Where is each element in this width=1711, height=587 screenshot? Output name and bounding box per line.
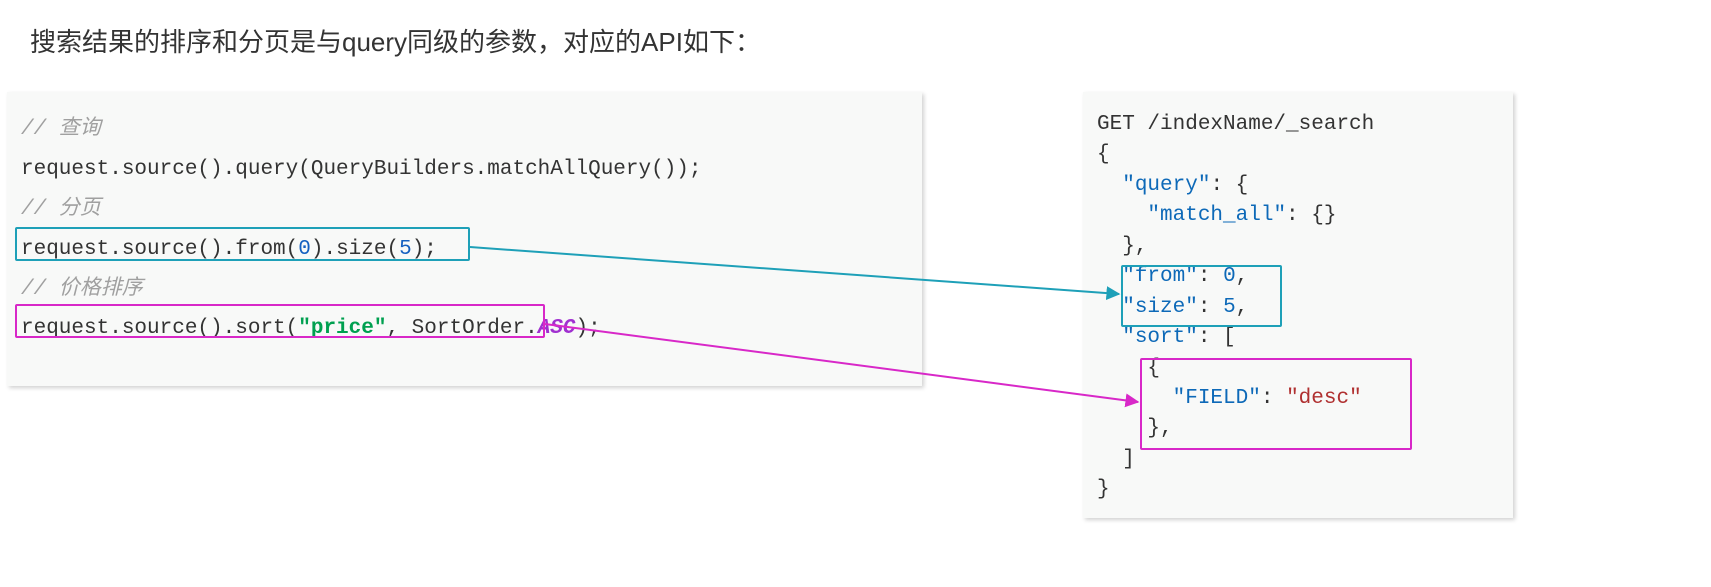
code-line-query: request.source().query(QueryBuilders.mat… [21,150,908,190]
json-code-block: GET /indexName/_search { "query": { "mat… [1083,92,1513,518]
java-code-block: // 查询 request.source().query(QueryBuilde… [7,92,922,386]
comment-sort: // 价格排序 [21,278,143,301]
comment-query: // 查询 [21,118,101,141]
code-line-sort: request.source().sort("price", SortOrder… [21,309,908,349]
code-line-pagination: request.source().from(0).size(5); [21,230,908,270]
comment-pagination: // 分页 [21,198,101,221]
page-heading: 搜索结果的排序和分页是与query同级的参数，对应的API如下： [30,22,761,59]
